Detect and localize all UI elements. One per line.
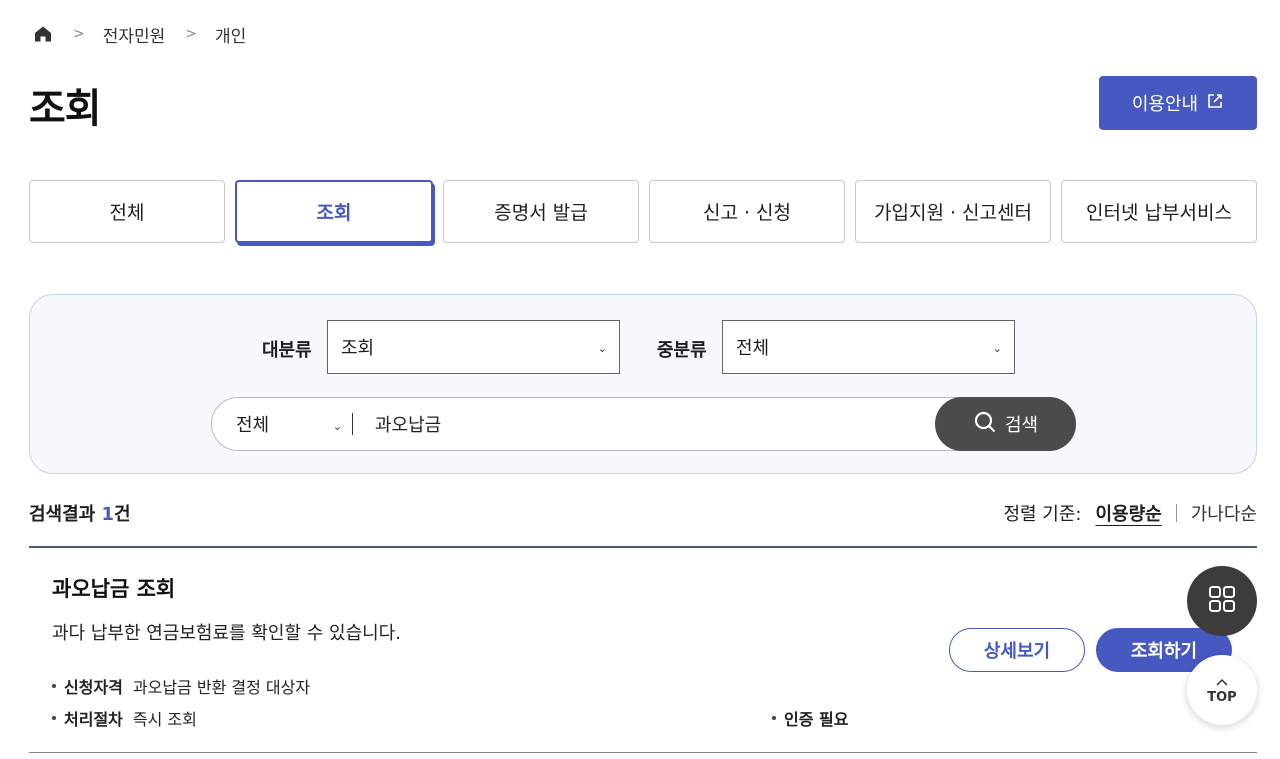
chevron-down-icon: ⌄	[992, 342, 1002, 355]
chevron-up-icon	[1216, 675, 1228, 690]
sort-label: 정렬 기준:	[1003, 504, 1082, 525]
minor-category-label: 중분류	[657, 340, 707, 361]
external-link-icon	[1206, 92, 1224, 115]
category-tabs: 전체 조회 증명서 발급 신고 · 신청 가입지원 · 신고센터 인터넷 납부서…	[29, 180, 1257, 243]
auth-required-label: 인증 필요	[784, 710, 849, 729]
list-bottom-divider	[29, 752, 1257, 753]
breadcrumb-item-civil[interactable]: 전자민원	[103, 22, 166, 47]
result-count-number: 1	[101, 504, 115, 525]
result-item-auth: 인증 필요	[772, 706, 858, 730]
result-count: 검색결과 1건	[29, 500, 131, 526]
breadcrumb-separator: >	[185, 26, 198, 42]
result-count-suffix: 건	[114, 504, 131, 525]
chevron-down-icon: ⌄	[332, 420, 342, 433]
usage-guide-button[interactable]: 이용안내	[1099, 76, 1257, 130]
search-panel: 대분류 조회 ⌄ 중분류 전체 ⌄ 전체 ⌄ 과오납금 검색	[29, 294, 1257, 474]
view-detail-button[interactable]: 상세보기	[949, 628, 1085, 672]
tab-certificate[interactable]: 증명서 발급	[443, 180, 639, 243]
result-item-title: 과오납금 조회	[52, 577, 176, 601]
scroll-top-button[interactable]: TOP	[1187, 655, 1257, 725]
search-button-label: 검색	[1004, 415, 1039, 436]
major-category-label: 대분류	[262, 340, 312, 361]
sort-by-alphabet[interactable]: 가나다순	[1191, 500, 1257, 526]
home-icon[interactable]	[33, 24, 53, 44]
tab-inquiry[interactable]: 조회	[235, 180, 433, 243]
tab-all[interactable]: 전체	[29, 180, 225, 243]
chevron-down-icon: ⌄	[597, 342, 607, 355]
search-button[interactable]: 검색	[935, 397, 1076, 451]
result-item-eligibility: 신청자격 과오납금 반환 결정 대상자	[52, 674, 310, 698]
major-category-value: 조회	[341, 338, 375, 359]
tab-internet-payment[interactable]: 인터넷 납부서비스	[1061, 180, 1257, 243]
breadcrumb: > 전자민원 > 개인	[33, 22, 246, 47]
result-item-description: 과다 납부한 연금보험료를 확인할 수 있습니다.	[52, 623, 401, 644]
breadcrumb-separator: >	[73, 26, 85, 42]
list-top-divider	[29, 546, 1257, 548]
breadcrumb-item-personal[interactable]: 개인	[215, 22, 246, 47]
bullet	[52, 684, 56, 688]
scroll-top-label: TOP	[1207, 690, 1237, 705]
eligibility-value: 과오납금 반환 결정 대상자	[132, 678, 311, 697]
grid-icon	[1207, 584, 1237, 618]
tab-report-apply[interactable]: 신고 · 신청	[649, 180, 845, 243]
bullet	[772, 716, 776, 720]
page-title: 조회	[29, 86, 102, 132]
search-scope-value: 전체	[236, 415, 270, 436]
search-icon	[973, 410, 997, 439]
minor-category-value: 전체	[736, 338, 770, 359]
search-scope-select[interactable]: 전체 ⌄	[212, 398, 352, 450]
divider	[1175, 504, 1177, 522]
quick-menu-button[interactable]	[1187, 566, 1257, 636]
usage-guide-label: 이용안내	[1131, 94, 1199, 115]
result-count-prefix: 검색결과	[29, 504, 102, 525]
tab-join-support[interactable]: 가입지원 · 신고센터	[855, 180, 1051, 243]
minor-category-select[interactable]: 전체 ⌄	[722, 320, 1015, 374]
eligibility-label: 신청자격	[64, 678, 123, 697]
process-value: 즉시 조회	[132, 710, 197, 729]
bullet	[52, 716, 56, 720]
sort-by-usage[interactable]: 이용량순	[1096, 500, 1162, 526]
search-bar: 전체 ⌄ 과오납금 검색	[211, 397, 1076, 451]
sort-options: 정렬 기준: 이용량순 가나다순	[1003, 500, 1257, 526]
major-category-select[interactable]: 조회 ⌄	[327, 320, 620, 374]
result-item-process: 처리절차 즉시 조회	[52, 706, 197, 730]
process-label: 처리절차	[64, 710, 123, 729]
